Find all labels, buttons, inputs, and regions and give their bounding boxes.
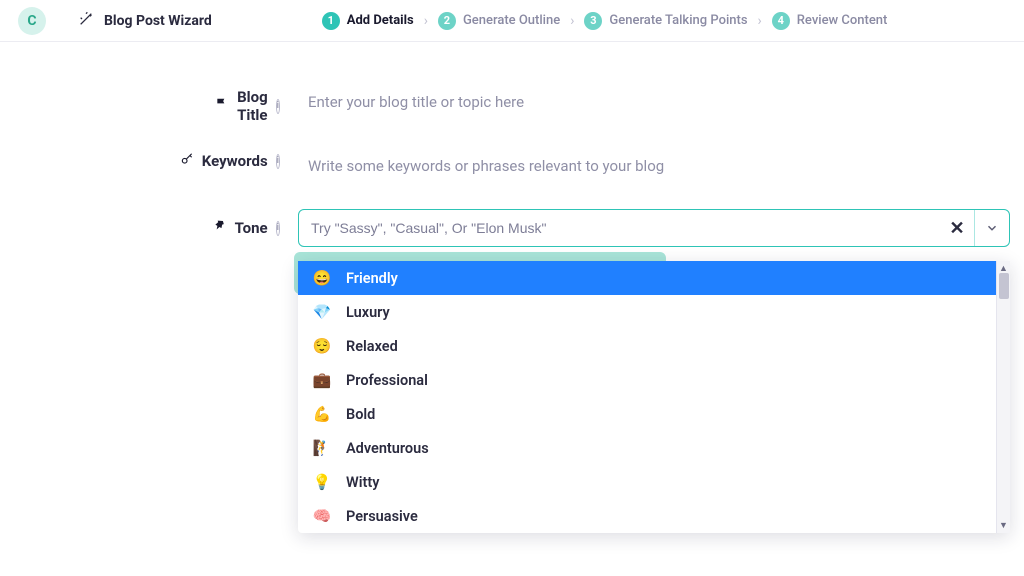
emoji-icon: 😄 — [312, 269, 332, 287]
emoji-icon: 💡 — [312, 473, 332, 491]
tone-option-professional[interactable]: 💼 Professional — [298, 363, 996, 397]
pin-icon — [213, 219, 227, 237]
step-label: Add Details — [347, 13, 414, 28]
step-talking-points[interactable]: 3 Generate Talking Points — [584, 12, 747, 30]
field-label: Tone — [235, 219, 268, 237]
option-label: Friendly — [346, 270, 398, 287]
row-tone: Tone i ✕ 😄Friendly 💎Luxury 😌Relax — [0, 209, 1024, 533]
header-bar: C Blog Post Wizard 1 Add Details › 2 Gen… — [0, 0, 1024, 42]
wizard-steps: 1 Add Details › 2 Generate Outline › 3 G… — [322, 12, 888, 30]
tone-input[interactable] — [299, 220, 940, 236]
emoji-icon: 💪 — [312, 405, 332, 423]
emoji-icon: 🧗 — [312, 439, 332, 457]
blog-title-input[interactable]: Enter your blog title or topic here — [298, 88, 1010, 117]
tone-options-list: 😄 Friendly 💎 Luxury 😌 Relaxed 💼 Professional… — [298, 261, 996, 533]
tone-option-relaxed[interactable]: 😌 Relaxed — [298, 329, 996, 363]
app-logo[interactable]: C — [18, 7, 46, 35]
info-icon[interactable]: i — [276, 221, 280, 236]
chevron-down-icon[interactable] — [975, 210, 1009, 246]
field-label: Keywords — [202, 152, 268, 170]
row-blog-title: Blog Title i Enter your blog title or to… — [0, 88, 1024, 124]
scroll-thumb[interactable] — [999, 273, 1009, 299]
emoji-icon: 💼 — [312, 371, 332, 389]
info-icon[interactable]: i — [276, 99, 280, 114]
form-body: Blog Title i Enter your blog title or to… — [0, 42, 1024, 533]
divider — [974, 210, 975, 246]
emoji-icon: 💎 — [312, 303, 332, 321]
step-number: 2 — [438, 12, 456, 30]
option-label: Relaxed — [346, 338, 398, 355]
emoji-icon: 😌 — [312, 337, 332, 355]
chevron-right-icon: › — [758, 13, 762, 29]
step-number: 1 — [322, 12, 340, 30]
step-generate-outline[interactable]: 2 Generate Outline — [438, 12, 560, 30]
key-icon — [180, 152, 194, 170]
field-label: Blog Title — [237, 88, 268, 124]
step-review-content[interactable]: 4 Review Content — [772, 12, 888, 30]
option-label: Luxury — [346, 304, 390, 321]
wand-icon — [78, 11, 94, 31]
tone-option-adventurous[interactable]: 🧗 Adventurous — [298, 431, 996, 465]
info-icon[interactable]: i — [276, 154, 280, 169]
tone-combobox[interactable]: ✕ — [298, 209, 1010, 247]
row-keywords: Keywords i Write some keywords or phrase… — [0, 152, 1024, 181]
step-label: Generate Talking Points — [609, 13, 747, 28]
tone-option-luxury[interactable]: 💎 Luxury — [298, 295, 996, 329]
option-label: Witty — [346, 474, 379, 491]
scrollbar[interactable]: ▲ ▼ — [996, 261, 1010, 533]
step-label: Generate Outline — [463, 13, 560, 28]
tone-select: ✕ 😄 Friendly 💎 Luxury 😌 Relaxed 💼 Profession… — [298, 209, 1010, 533]
option-label: Professional — [346, 372, 428, 389]
chevron-right-icon: › — [424, 13, 428, 29]
step-label: Review Content — [797, 13, 888, 28]
wizard-title: Blog Post Wizard — [104, 13, 212, 29]
clear-button[interactable]: ✕ — [940, 210, 974, 246]
keywords-input[interactable]: Write some keywords or phrases relevant … — [298, 152, 1010, 181]
step-number: 4 — [772, 12, 790, 30]
chevron-right-icon: › — [570, 13, 574, 29]
step-number: 3 — [584, 12, 602, 30]
tone-option-bold[interactable]: 💪 Bold — [298, 397, 996, 431]
flag-icon — [215, 97, 229, 115]
tone-option-persuasive[interactable]: 🧠 Persuasive — [298, 499, 996, 533]
tone-dropdown-panel: 😄 Friendly 💎 Luxury 😌 Relaxed 💼 Professional… — [298, 261, 1010, 533]
tone-option-friendly[interactable]: 😄 Friendly — [298, 261, 996, 295]
option-label: Bold — [346, 406, 375, 423]
scroll-down-icon[interactable]: ▼ — [999, 518, 1008, 533]
emoji-icon: 🧠 — [312, 507, 332, 525]
option-label: Adventurous — [346, 440, 429, 457]
tone-option-witty[interactable]: 💡 Witty — [298, 465, 996, 499]
option-label: Persuasive — [346, 508, 418, 525]
step-add-details[interactable]: 1 Add Details — [322, 12, 414, 30]
